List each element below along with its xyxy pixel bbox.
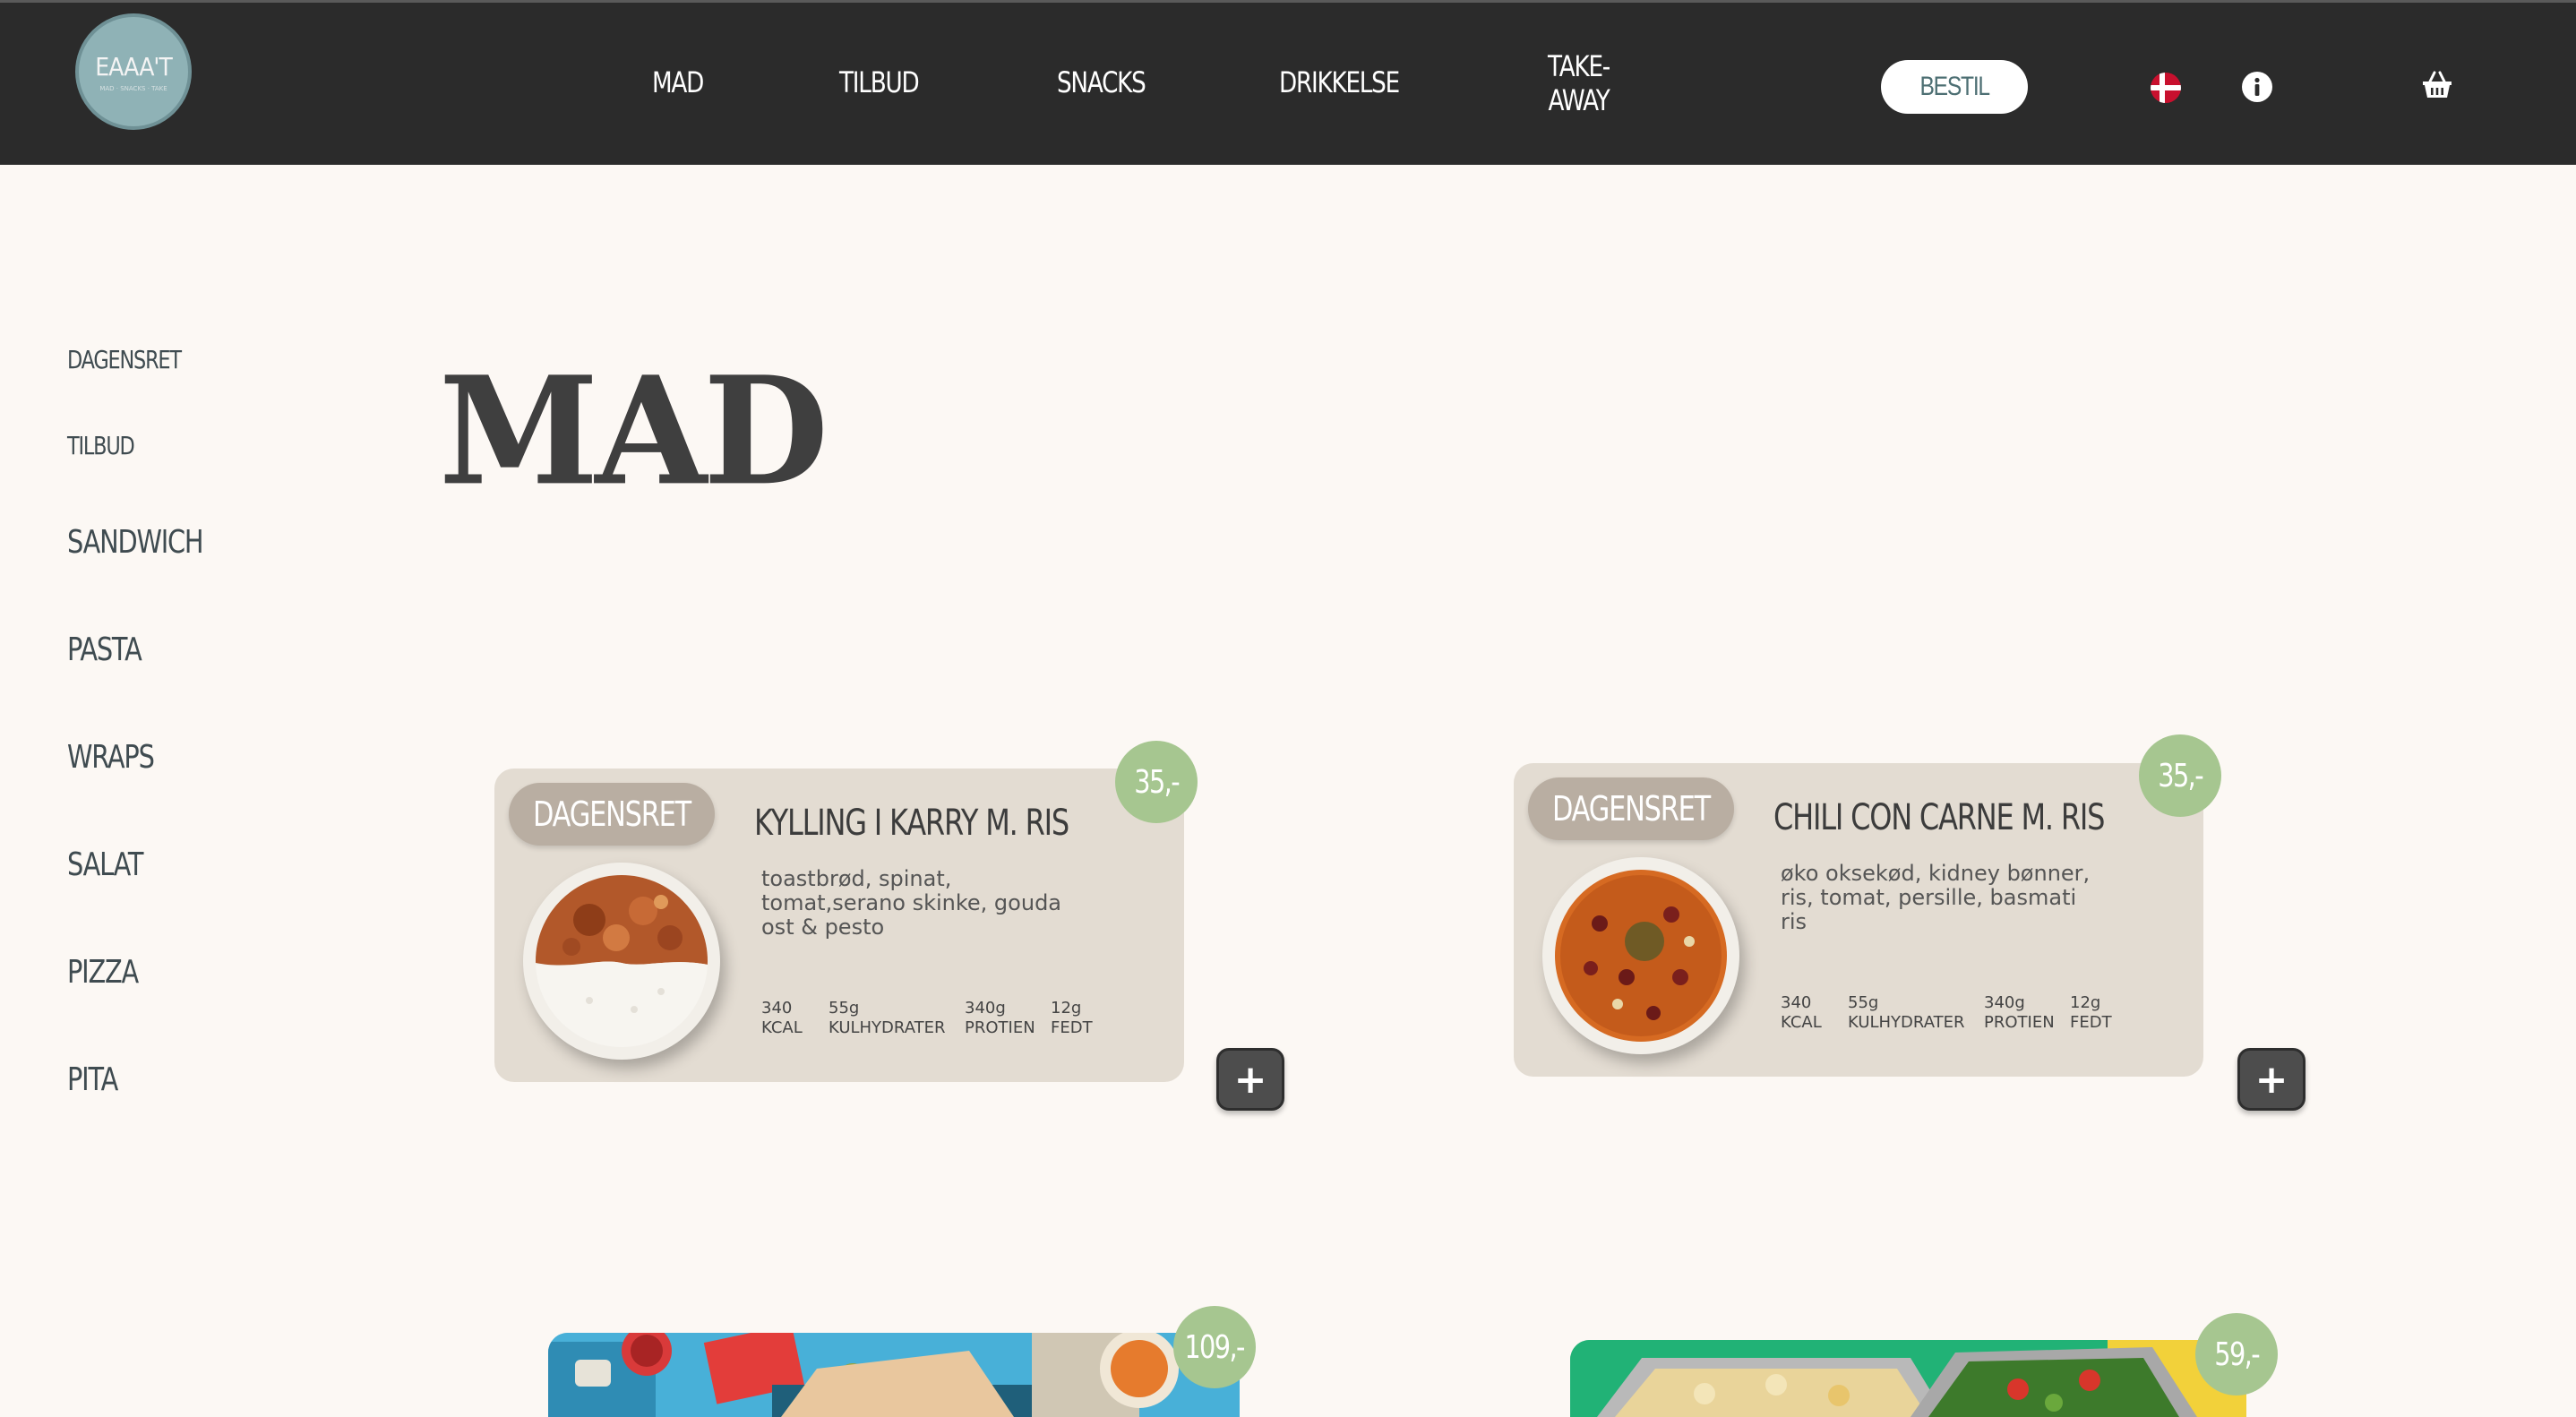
brand-logo[interactable]: EAAA'T MAD · SNACKS · TAKE [75, 13, 192, 130]
plus-icon: + [2254, 1056, 2288, 1103]
category-tag: DAGENSRET [1528, 777, 1734, 840]
nav-link-drikkelse[interactable]: DRIKKELSE [1279, 65, 1400, 99]
sidebar-item-salat[interactable]: SALAT [67, 846, 143, 883]
sidebar-item-pita[interactable]: PITA [67, 1061, 118, 1098]
price-badge: 35,- [1115, 741, 1198, 823]
nav-link-tilbud[interactable]: TILBUD [839, 65, 920, 99]
product-card[interactable]: DAGENSRET KYLLING I KARRY M. RIS toastbr… [494, 769, 1184, 1082]
takeaway-line-1: TAKE- [1548, 49, 1610, 83]
basket-icon[interactable] [2419, 67, 2455, 103]
sidebar-item-wraps[interactable]: WRAPS [67, 739, 155, 776]
top-navigation-bar: EAAA'T MAD · SNACKS · TAKE MAD TILBUD SN… [0, 0, 2576, 165]
dish-description: øko oksekød, kidney bønner, ris, tomat, … [1781, 861, 2091, 934]
price-badge: 35,- [2139, 734, 2221, 817]
dish-name: KYLLING I KARRY M. RIS [754, 803, 1069, 844]
sidebar-item-pizza[interactable]: PIZZA [67, 954, 139, 991]
sidebar-item-pasta[interactable]: PASTA [67, 631, 142, 668]
nutrition-fat: 12g FEDT [1051, 999, 1093, 1037]
nutrition-protein: 340g PROTIEN [1984, 993, 2055, 1032]
dish-photo [1542, 857, 1739, 1054]
dish-description: toastbrød, spinat, tomat,serano skinke, … [761, 866, 1062, 940]
plus-icon: + [1233, 1056, 1267, 1103]
nav-link-takeaway[interactable]: TAKE- AWAY [1548, 49, 1610, 117]
nutrition-protein: 340g PROTIEN [965, 999, 1035, 1037]
dish-name: CHILI CON CARNE M. RIS [1773, 797, 2105, 838]
sidebar-item-dagensret[interactable]: DAGENSRET [67, 345, 182, 374]
product-photo[interactable] [1570, 1340, 2246, 1417]
order-button[interactable]: BESTIL [1881, 60, 2028, 114]
sidebar-item-sandwich[interactable]: SANDWICH [67, 524, 204, 561]
add-to-cart-button[interactable]: + [1216, 1048, 1284, 1111]
danish-flag-icon[interactable] [2151, 73, 2181, 103]
page-title: MAD [439, 345, 829, 520]
nav-link-mad[interactable]: MAD [652, 65, 704, 99]
product-photo[interactable] [548, 1333, 1240, 1417]
category-tag: DAGENSRET [509, 783, 715, 846]
logo-subtext: MAD · SNACKS · TAKE [99, 84, 167, 92]
nutrition-fat: 12g FEDT [2070, 993, 2112, 1032]
nutrition-kcal: 340 KCAL [1781, 993, 1822, 1032]
order-button-label: BESTIL [1919, 72, 1990, 101]
takeaway-line-2: AWAY [1548, 83, 1610, 117]
price-badge: 59,- [2195, 1313, 2278, 1396]
info-icon[interactable] [2241, 71, 2273, 103]
product-card[interactable]: DAGENSRET CHILI CON CARNE M. RIS øko oks… [1514, 763, 2203, 1077]
add-to-cart-button[interactable]: + [2237, 1048, 2306, 1111]
nutrition-kcal: 340 KCAL [761, 999, 803, 1037]
nutrition-carbs: 55g KULHYDRATER [829, 999, 946, 1037]
dish-photo [523, 863, 720, 1060]
nutrition-carbs: 55g KULHYDRATER [1848, 993, 1965, 1032]
nav-link-snacks[interactable]: SNACKS [1057, 65, 1146, 99]
price-badge: 109,- [1173, 1306, 1256, 1388]
logo-text: EAAA'T [95, 51, 172, 82]
sidebar-item-tilbud[interactable]: TILBUD [67, 431, 135, 460]
